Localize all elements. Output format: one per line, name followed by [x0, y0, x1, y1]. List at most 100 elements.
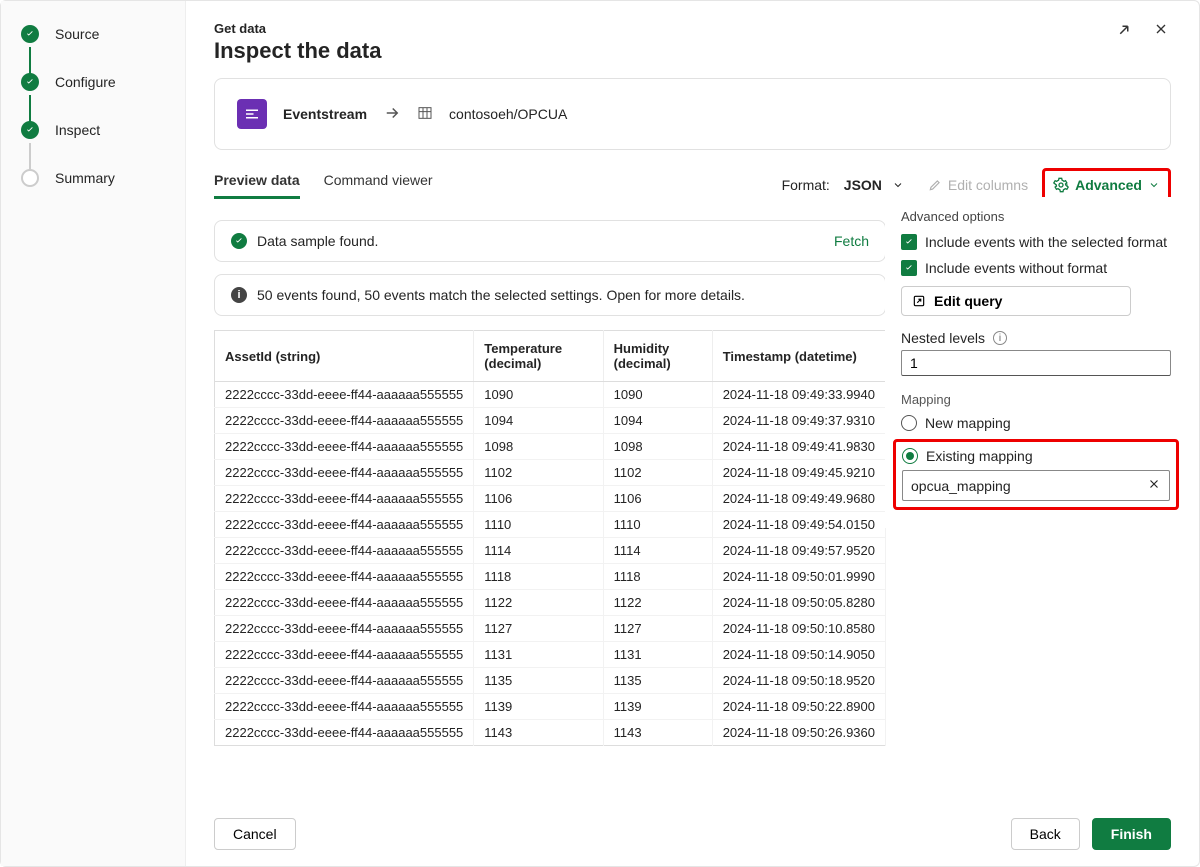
column-header[interactable]: Timestamp (datetime) — [712, 331, 885, 382]
gear-icon — [1053, 177, 1069, 193]
preview-table: AssetId (string)Temperature (decimal)Hum… — [214, 330, 886, 746]
table-cell: 1094 — [603, 408, 712, 434]
table-cell: 2222cccc-33dd-eeee-ff44-aaaaaa555555 — [215, 382, 474, 408]
column-header[interactable]: AssetId (string) — [215, 331, 474, 382]
finish-button[interactable]: Finish — [1092, 818, 1171, 850]
breadcrumb: Get data — [214, 21, 381, 36]
edit-columns-button: Edit columns — [928, 177, 1028, 193]
chevron-down-icon — [1148, 179, 1160, 191]
table-row[interactable]: 2222cccc-33dd-eeee-ff44-aaaaaa5555551139… — [215, 694, 886, 720]
step-done-icon — [21, 73, 39, 91]
table-row[interactable]: 2222cccc-33dd-eeee-ff44-aaaaaa5555551118… — [215, 564, 886, 590]
table-row[interactable]: 2222cccc-33dd-eeee-ff44-aaaaaa5555551135… — [215, 668, 886, 694]
mapping-section-label: Mapping — [901, 392, 1171, 407]
table-cell: 2222cccc-33dd-eeee-ff44-aaaaaa555555 — [215, 720, 474, 746]
radio-selected-icon — [902, 448, 918, 464]
checkbox-include-selected-format[interactable]: Include events with the selected format — [901, 234, 1171, 250]
table-cell: 2222cccc-33dd-eeee-ff44-aaaaaa555555 — [215, 486, 474, 512]
notice-events-summary[interactable]: i 50 events found, 50 events match the s… — [214, 274, 886, 316]
main-content: Get data Inspect the data Eventstream — [186, 1, 1199, 866]
table-row[interactable]: 2222cccc-33dd-eeee-ff44-aaaaaa5555551114… — [215, 538, 886, 564]
table-row[interactable]: 2222cccc-33dd-eeee-ff44-aaaaaa5555551102… — [215, 460, 886, 486]
table-cell: 2024-11-18 09:49:41.9830 — [712, 434, 885, 460]
step-done-icon — [21, 121, 39, 139]
clear-icon[interactable] — [1147, 477, 1161, 494]
table-cell: 1127 — [603, 616, 712, 642]
table-cell: 1122 — [603, 590, 712, 616]
radio-existing-mapping[interactable]: Existing mapping — [902, 448, 1170, 464]
table-cell: 1102 — [603, 460, 712, 486]
wizard-step-inspect[interactable]: Inspect — [21, 121, 165, 139]
step-label: Inspect — [55, 122, 100, 138]
table-cell: 1094 — [474, 408, 603, 434]
nested-levels-input[interactable] — [901, 350, 1171, 376]
mapping-select[interactable]: opcua_mapping — [902, 470, 1170, 501]
step-label: Configure — [55, 74, 116, 90]
table-cell: 2222cccc-33dd-eeee-ff44-aaaaaa555555 — [215, 460, 474, 486]
mapping-value: opcua_mapping — [911, 478, 1011, 494]
close-icon[interactable] — [1153, 21, 1171, 39]
table-cell: 1110 — [474, 512, 603, 538]
table-cell: 2222cccc-33dd-eeee-ff44-aaaaaa555555 — [215, 642, 474, 668]
table-cell: 2024-11-18 09:50:18.9520 — [712, 668, 885, 694]
wizard-step-summary[interactable]: Summary — [21, 169, 165, 187]
step-label: Summary — [55, 170, 115, 186]
table-cell: 1143 — [474, 720, 603, 746]
step-pending-icon — [21, 169, 39, 187]
table-cell: 2222cccc-33dd-eeee-ff44-aaaaaa555555 — [215, 590, 474, 616]
radio-label: New mapping — [925, 415, 1011, 431]
checkbox-label: Include events without format — [925, 260, 1107, 276]
table-row[interactable]: 2222cccc-33dd-eeee-ff44-aaaaaa5555551090… — [215, 382, 886, 408]
table-cell: 2024-11-18 09:49:37.9310 — [712, 408, 885, 434]
tab-command-viewer[interactable]: Command viewer — [324, 172, 433, 199]
advanced-label: Advanced — [1075, 177, 1142, 193]
table-cell: 2222cccc-33dd-eeee-ff44-aaaaaa555555 — [215, 434, 474, 460]
table-cell: 1098 — [474, 434, 603, 460]
table-cell: 1102 — [474, 460, 603, 486]
table-cell: 2024-11-18 09:49:45.9210 — [712, 460, 885, 486]
table-cell: 2024-11-18 09:49:57.9520 — [712, 538, 885, 564]
format-select[interactable]: JSON — [838, 173, 910, 197]
table-row[interactable]: 2222cccc-33dd-eeee-ff44-aaaaaa5555551106… — [215, 486, 886, 512]
cancel-button[interactable]: Cancel — [214, 818, 296, 850]
radio-new-mapping[interactable]: New mapping — [901, 415, 1171, 431]
table-cell: 2222cccc-33dd-eeee-ff44-aaaaaa555555 — [215, 408, 474, 434]
table-cell: 1114 — [474, 538, 603, 564]
table-row[interactable]: 2222cccc-33dd-eeee-ff44-aaaaaa5555551098… — [215, 434, 886, 460]
info-icon[interactable]: i — [993, 331, 1007, 345]
table-row[interactable]: 2222cccc-33dd-eeee-ff44-aaaaaa5555551110… — [215, 512, 886, 538]
table-cell: 1106 — [474, 486, 603, 512]
fetch-again-link[interactable]: Fetch — [834, 233, 869, 249]
page-title: Inspect the data — [214, 38, 381, 64]
tab-preview-data[interactable]: Preview data — [214, 172, 300, 199]
table-row[interactable]: 2222cccc-33dd-eeee-ff44-aaaaaa5555551094… — [215, 408, 886, 434]
back-button[interactable]: Back — [1011, 818, 1080, 850]
wizard-step-source[interactable]: Source — [21, 25, 165, 43]
table-cell: 1106 — [603, 486, 712, 512]
table-cell: 2222cccc-33dd-eeee-ff44-aaaaaa555555 — [215, 538, 474, 564]
column-header[interactable]: Humidity (decimal) — [603, 331, 712, 382]
notice-sample-found: Data sample found. Fetch — [214, 220, 886, 262]
table-row[interactable]: 2222cccc-33dd-eeee-ff44-aaaaaa5555551143… — [215, 720, 886, 746]
table-row[interactable]: 2222cccc-33dd-eeee-ff44-aaaaaa555555 1122… — [215, 590, 886, 616]
table-row[interactable]: 2222cccc-33dd-eeee-ff44-aaaaaa555555 1131… — [215, 642, 886, 668]
table-cell: 2222cccc-33dd-eeee-ff44-aaaaaa555555 — [215, 694, 474, 720]
checkbox-include-without-format[interactable]: Include events without format — [901, 260, 1171, 276]
chevron-down-icon — [892, 179, 904, 191]
edit-query-button[interactable]: Edit query — [901, 286, 1131, 316]
table-cell: 1135 — [474, 668, 603, 694]
table-row[interactable]: 2222cccc-33dd-eeee-ff44-aaaaaa5555551127… — [215, 616, 886, 642]
wizard-step-configure[interactable]: Configure — [21, 73, 165, 91]
table-cell: 1139 — [474, 694, 603, 720]
checkbox-label: Include events with the selected format — [925, 234, 1167, 250]
table-cell: 1131 — [603, 642, 712, 668]
open-external-icon — [912, 294, 926, 308]
edit-query-label: Edit query — [934, 293, 1002, 309]
column-header[interactable]: Temperature (decimal) — [474, 331, 603, 382]
table-cell: 1139 — [603, 694, 712, 720]
table-cell: 1090 — [474, 382, 603, 408]
expand-icon[interactable] — [1115, 21, 1133, 39]
nested-levels-label: Nested levels — [901, 330, 985, 346]
table-icon — [417, 105, 433, 124]
table-cell: 2024-11-18 09:49:49.9680 — [712, 486, 885, 512]
